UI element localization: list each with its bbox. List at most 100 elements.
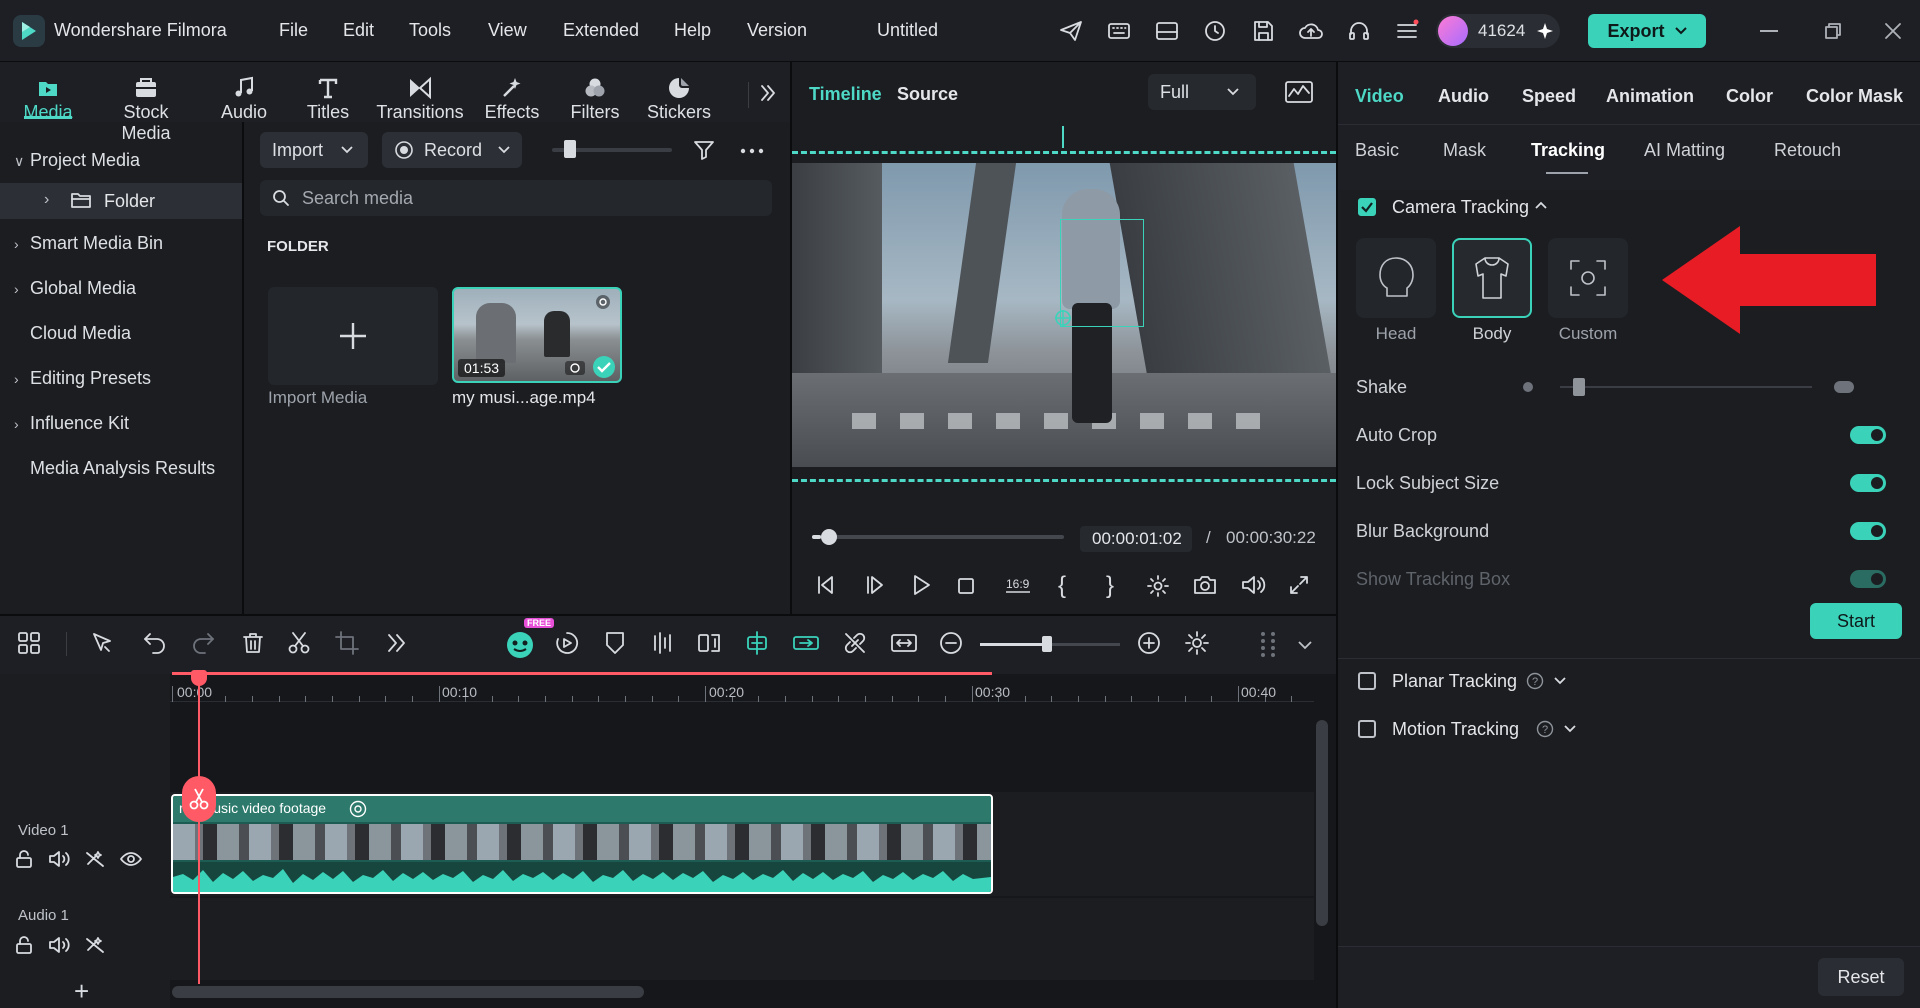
sidebar-item-project-media[interactable]: ∨ Project Media bbox=[14, 150, 140, 171]
lock-icon[interactable] bbox=[14, 850, 34, 868]
show-tracking-box-toggle[interactable] bbox=[1850, 570, 1886, 588]
import-media-tile[interactable] bbox=[268, 287, 438, 385]
start-tracking-button[interactable]: Start bbox=[1810, 603, 1902, 639]
volume-icon[interactable] bbox=[1240, 574, 1266, 596]
eye-icon[interactable] bbox=[120, 852, 142, 866]
timeline-settings-icon[interactable] bbox=[1184, 630, 1212, 658]
split-playhead-button[interactable] bbox=[182, 776, 216, 822]
blur-background-toggle[interactable] bbox=[1850, 522, 1886, 540]
menu-version[interactable]: Version bbox=[747, 20, 807, 41]
zoom-out-icon[interactable] bbox=[938, 630, 966, 658]
playhead-handle[interactable] bbox=[191, 670, 207, 686]
speed-ramp-icon[interactable] bbox=[554, 630, 582, 658]
mute-icon[interactable] bbox=[48, 936, 70, 954]
tab-audio-prop[interactable]: Audio bbox=[1438, 86, 1489, 107]
redo-icon[interactable] bbox=[190, 630, 218, 658]
tab-transitions[interactable]: Transitions bbox=[374, 66, 466, 123]
lock-subject-size-toggle[interactable] bbox=[1850, 474, 1886, 492]
tab-media[interactable]: Media bbox=[2, 66, 94, 123]
more-options-icon[interactable] bbox=[740, 148, 764, 154]
add-track-button[interactable]: + bbox=[74, 976, 89, 1007]
sidebar-item-influence-kit[interactable]: › Influence Kit bbox=[14, 413, 129, 434]
restore-icon[interactable] bbox=[1824, 22, 1842, 40]
hide-effects-icon[interactable] bbox=[84, 936, 106, 954]
tab-stickers[interactable]: Stickers bbox=[633, 66, 725, 123]
export-button[interactable]: Export bbox=[1588, 14, 1706, 48]
thumbnail-size-slider[interactable] bbox=[552, 140, 672, 158]
record-button[interactable]: Record bbox=[382, 132, 522, 168]
zoom-slider[interactable] bbox=[980, 636, 1120, 652]
playback-handle[interactable] bbox=[820, 529, 837, 545]
filter-icon[interactable] bbox=[692, 138, 716, 162]
notifications-menu-icon[interactable] bbox=[1394, 18, 1420, 44]
zoom-slider-handle[interactable] bbox=[1042, 636, 1052, 652]
hide-effects-icon[interactable] bbox=[84, 850, 106, 868]
sidebar-item-global-media[interactable]: › Global Media bbox=[14, 278, 136, 299]
sidebar-item-cloud-media[interactable]: Cloud Media bbox=[14, 323, 131, 344]
tab-animation[interactable]: Animation bbox=[1606, 86, 1694, 107]
tracking-mode-body[interactable] bbox=[1452, 238, 1532, 318]
tracking-mode-custom[interactable] bbox=[1548, 238, 1628, 318]
sidebar-item-media-analysis[interactable]: Media Analysis Results bbox=[14, 458, 215, 479]
previous-frame-icon[interactable] bbox=[814, 574, 838, 596]
menu-help[interactable]: Help bbox=[674, 20, 711, 41]
reset-button[interactable]: Reset bbox=[1818, 958, 1904, 996]
subtab-ai-matting[interactable]: AI Matting bbox=[1644, 140, 1725, 161]
slider-handle[interactable] bbox=[564, 140, 576, 158]
sidebar-item-folder[interactable]: › Folder bbox=[0, 183, 242, 219]
horizontal-scrollbar[interactable] bbox=[172, 986, 644, 998]
tab-source[interactable]: Source bbox=[897, 84, 958, 105]
undo-icon[interactable] bbox=[142, 630, 170, 658]
camera-tracking-checkbox[interactable] bbox=[1358, 198, 1376, 216]
user-account[interactable]: 41624 bbox=[1436, 14, 1560, 48]
more-tabs-icon[interactable] bbox=[760, 84, 776, 102]
next-frame-icon[interactable] bbox=[862, 574, 886, 596]
tab-color-mask[interactable]: Color Mask bbox=[1806, 86, 1903, 107]
tab-titles[interactable]: Titles bbox=[282, 66, 374, 123]
help-icon[interactable]: ? bbox=[1526, 672, 1544, 690]
fullscreen-icon[interactable] bbox=[1288, 574, 1310, 596]
tab-video[interactable]: Video bbox=[1355, 86, 1404, 107]
tab-color[interactable]: Color bbox=[1726, 86, 1773, 107]
help-icon[interactable]: ? bbox=[1536, 720, 1554, 738]
menu-tools[interactable]: Tools bbox=[409, 20, 451, 41]
sidebar-item-smart-media-bin[interactable]: › Smart Media Bin bbox=[14, 233, 163, 254]
select-tool-icon[interactable] bbox=[90, 630, 118, 658]
tab-effects[interactable]: Effects bbox=[466, 66, 558, 123]
timeline-playhead[interactable] bbox=[198, 674, 200, 984]
chevron-down-icon[interactable] bbox=[1298, 640, 1326, 668]
play-icon[interactable] bbox=[910, 574, 932, 596]
more-tools-icon[interactable] bbox=[384, 630, 412, 658]
save-icon[interactable] bbox=[1250, 18, 1276, 44]
marker-icon[interactable] bbox=[602, 630, 630, 658]
tab-speed[interactable]: Speed bbox=[1522, 86, 1576, 107]
auto-ripple-icon[interactable] bbox=[792, 630, 820, 658]
close-icon[interactable] bbox=[1884, 22, 1902, 40]
aspect-ratio-icon[interactable]: 16:9 bbox=[1004, 574, 1032, 596]
playback-progress[interactable] bbox=[812, 529, 1064, 545]
send-icon[interactable] bbox=[1058, 18, 1084, 44]
layout-grid-icon[interactable] bbox=[16, 630, 44, 658]
menu-edit[interactable]: Edit bbox=[343, 20, 374, 41]
quality-select[interactable]: Full bbox=[1148, 74, 1256, 110]
search-input[interactable] bbox=[302, 186, 742, 210]
import-button[interactable]: Import bbox=[260, 132, 368, 168]
drag-handle-icon[interactable] bbox=[1258, 630, 1286, 658]
video-clip[interactable]: my music video footage bbox=[171, 794, 993, 894]
minimize-icon[interactable] bbox=[1760, 30, 1778, 32]
tab-stock-media[interactable]: Stock Media bbox=[100, 66, 192, 144]
mute-icon[interactable] bbox=[48, 850, 70, 868]
delete-icon[interactable] bbox=[240, 630, 268, 658]
menu-file[interactable]: File bbox=[279, 20, 308, 41]
chevron-up-icon[interactable] bbox=[1535, 201, 1547, 209]
shake-slider[interactable] bbox=[1560, 378, 1812, 396]
planar-tracking-checkbox[interactable] bbox=[1358, 672, 1376, 690]
mark-out-icon[interactable]: } bbox=[1106, 572, 1114, 600]
zoom-in-icon[interactable] bbox=[1136, 630, 1164, 658]
headset-icon[interactable] bbox=[1346, 18, 1372, 44]
waveform-monitor-icon[interactable] bbox=[1284, 80, 1314, 104]
lock-icon[interactable] bbox=[14, 936, 34, 954]
magnetic-snap-icon[interactable] bbox=[744, 630, 772, 658]
scissors-icon[interactable] bbox=[286, 630, 314, 658]
current-time[interactable]: 00:00:01:02 bbox=[1080, 526, 1192, 552]
